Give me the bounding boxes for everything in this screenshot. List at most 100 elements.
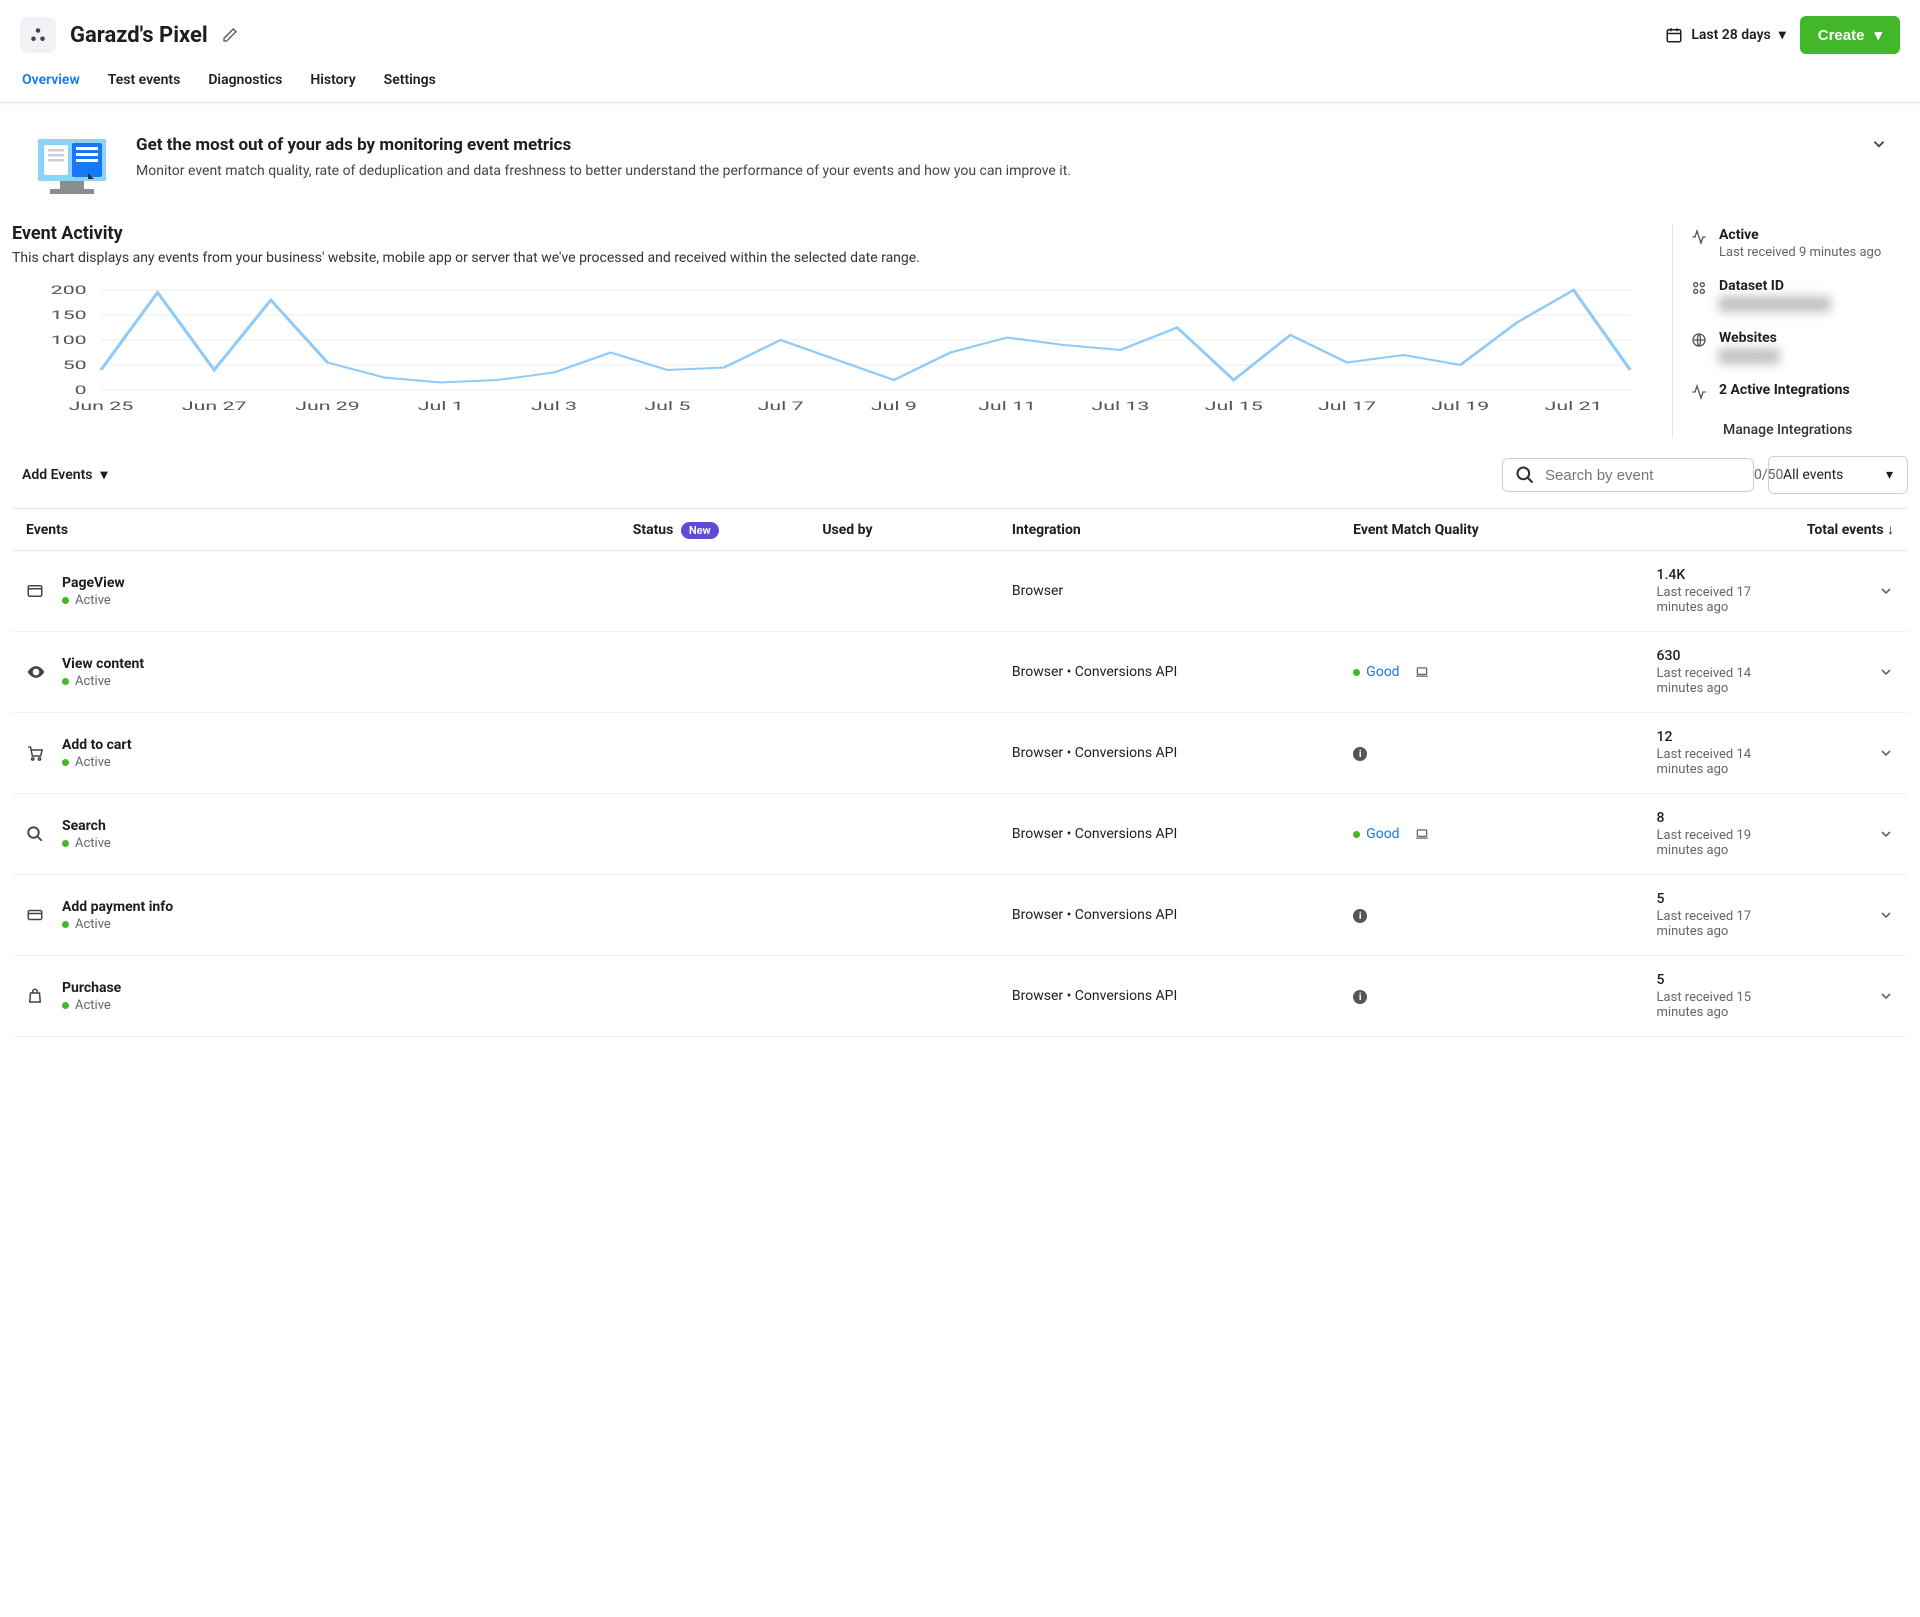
date-range-picker[interactable]: Last 28 days ▾ bbox=[1665, 26, 1785, 44]
search-icon bbox=[26, 825, 46, 843]
event-name: View content bbox=[62, 656, 144, 672]
svg-text:Jul 7: Jul 7 bbox=[758, 400, 804, 414]
event-status: Active bbox=[62, 836, 111, 851]
table-row[interactable]: Add payment infoActiveBrowser • Conversi… bbox=[12, 875, 1908, 956]
info-icon[interactable]: i bbox=[1353, 990, 1367, 1004]
quality-good-link[interactable]: Good bbox=[1366, 826, 1399, 842]
side-active-label: Active bbox=[1719, 227, 1881, 243]
card-icon bbox=[26, 906, 46, 924]
status-dot-icon bbox=[62, 921, 69, 928]
banner-expand-chevron[interactable] bbox=[1870, 135, 1888, 153]
main-column: Event Activity This chart displays any e… bbox=[12, 223, 1648, 438]
create-button[interactable]: Create ▾ bbox=[1800, 16, 1900, 54]
col-total[interactable]: Total events ↓ bbox=[1643, 509, 1908, 551]
svg-text:Jun 27: Jun 27 bbox=[182, 400, 247, 414]
quality-cell: i bbox=[1339, 956, 1642, 1037]
tab-overview[interactable]: Overview bbox=[22, 72, 80, 102]
header-left: Garazd's Pixel bbox=[20, 17, 238, 53]
svg-text:200: 200 bbox=[51, 284, 87, 297]
total-events-value: 5 bbox=[1657, 972, 1777, 988]
laptop-icon bbox=[1415, 665, 1429, 679]
event-name: PageView bbox=[62, 575, 125, 591]
status-dot-icon bbox=[62, 597, 69, 604]
search-input[interactable] bbox=[1543, 466, 1746, 485]
svg-text:Jul 3: Jul 3 bbox=[531, 400, 577, 414]
header-right: Last 28 days ▾ Create ▾ bbox=[1665, 16, 1900, 54]
row-expand-chevron[interactable] bbox=[1878, 583, 1894, 599]
status-dot-icon bbox=[62, 840, 69, 847]
table-row[interactable]: Add to cartActiveBrowser • Conversions A… bbox=[12, 713, 1908, 794]
col-used-by: Used by bbox=[808, 509, 998, 551]
row-expand-chevron[interactable] bbox=[1878, 826, 1894, 842]
manage-integrations-link[interactable]: Manage Integrations bbox=[1723, 418, 1902, 438]
total-events-value: 1.4K bbox=[1657, 567, 1777, 583]
col-quality: Event Match Quality bbox=[1339, 509, 1642, 551]
search-icon bbox=[1515, 465, 1535, 485]
total-events-value: 630 bbox=[1657, 648, 1777, 664]
event-status: Active bbox=[62, 593, 125, 608]
row-expand-chevron[interactable] bbox=[1878, 907, 1894, 923]
info-banner: Get the most out of your ads by monitori… bbox=[32, 135, 1888, 195]
chevron-down-icon: ▾ bbox=[1779, 27, 1786, 43]
table-row[interactable]: PurchaseActiveBrowser • Conversions APIi… bbox=[12, 956, 1908, 1037]
svg-text:50: 50 bbox=[63, 359, 87, 373]
chevron-down-icon: ▾ bbox=[1874, 26, 1882, 44]
add-events-label: Add Events bbox=[22, 467, 93, 483]
integration-cell: Browser • Conversions API bbox=[998, 713, 1339, 794]
edit-icon[interactable] bbox=[222, 27, 238, 43]
svg-text:0: 0 bbox=[75, 384, 87, 398]
integration-cell: Browser • Conversions API bbox=[998, 875, 1339, 956]
tab-test-events[interactable]: Test events bbox=[108, 72, 181, 102]
cart-icon bbox=[26, 744, 46, 762]
svg-text:Jun 25: Jun 25 bbox=[69, 400, 134, 414]
event-name: Add to cart bbox=[62, 737, 132, 753]
banner-title: Get the most out of your ads by monitori… bbox=[136, 135, 1834, 155]
tab-history[interactable]: History bbox=[310, 72, 355, 102]
svg-text:100: 100 bbox=[51, 334, 87, 348]
table-row[interactable]: SearchActiveBrowser • Conversions API Go… bbox=[12, 794, 1908, 875]
eye-icon bbox=[26, 662, 46, 682]
table-row[interactable]: PageViewActiveBrowser1.4KLast received 1… bbox=[12, 551, 1908, 632]
filter-label: All events bbox=[1783, 467, 1843, 483]
col-integration: Integration bbox=[998, 509, 1339, 551]
activity-title: Event Activity bbox=[12, 223, 1648, 244]
row-expand-chevron[interactable] bbox=[1878, 745, 1894, 761]
integration-cell: Browser • Conversions API bbox=[998, 794, 1339, 875]
info-icon[interactable]: i bbox=[1353, 747, 1367, 761]
side-dataset: Dataset ID ███████████ bbox=[1691, 278, 1902, 312]
pixel-icon bbox=[20, 17, 56, 53]
status-dot-icon bbox=[62, 678, 69, 685]
globe-icon bbox=[1691, 330, 1709, 348]
total-events-sub: Last received 17 minutes ago bbox=[1657, 585, 1777, 615]
svg-text:Jul 5: Jul 5 bbox=[644, 400, 690, 414]
quality-cell: Good bbox=[1339, 794, 1642, 875]
tab-diagnostics[interactable]: Diagnostics bbox=[208, 72, 282, 102]
quality-good-link[interactable]: Good bbox=[1366, 664, 1399, 680]
svg-text:Jul 15: Jul 15 bbox=[1205, 400, 1263, 414]
sort-desc-icon: ↓ bbox=[1887, 522, 1894, 538]
side-integrations: 2 Active Integrations bbox=[1691, 382, 1902, 400]
banner-illustration bbox=[32, 135, 112, 195]
table-row[interactable]: View contentActiveBrowser • Conversions … bbox=[12, 632, 1908, 713]
search-box[interactable]: 0/50 bbox=[1502, 458, 1754, 492]
activity-icon bbox=[1691, 227, 1709, 245]
status-dot-icon bbox=[1353, 831, 1360, 838]
svg-text:Jun 29: Jun 29 bbox=[295, 400, 360, 414]
activity-subtitle: This chart displays any events from your… bbox=[12, 250, 1648, 266]
integration-cell: Browser • Conversions API bbox=[998, 632, 1339, 713]
quality-cell: i bbox=[1339, 713, 1642, 794]
tab-settings[interactable]: Settings bbox=[384, 72, 436, 102]
row-expand-chevron[interactable] bbox=[1878, 664, 1894, 680]
row-expand-chevron[interactable] bbox=[1878, 988, 1894, 1004]
quality-cell: Good bbox=[1339, 632, 1642, 713]
total-events-value: 12 bbox=[1657, 729, 1777, 745]
date-range-label: Last 28 days bbox=[1691, 27, 1770, 43]
laptop-icon bbox=[1415, 827, 1429, 841]
total-events-sub: Last received 17 minutes ago bbox=[1657, 909, 1777, 939]
add-events-dropdown[interactable]: Add Events ▾ bbox=[22, 467, 108, 483]
page-title: Garazd's Pixel bbox=[70, 23, 208, 48]
side-websites-value: ██████ bbox=[1719, 348, 1780, 364]
controls-right: 0/50 All events ▾ bbox=[1502, 456, 1908, 494]
filter-select[interactable]: All events ▾ bbox=[1768, 456, 1908, 494]
info-icon[interactable]: i bbox=[1353, 909, 1367, 923]
